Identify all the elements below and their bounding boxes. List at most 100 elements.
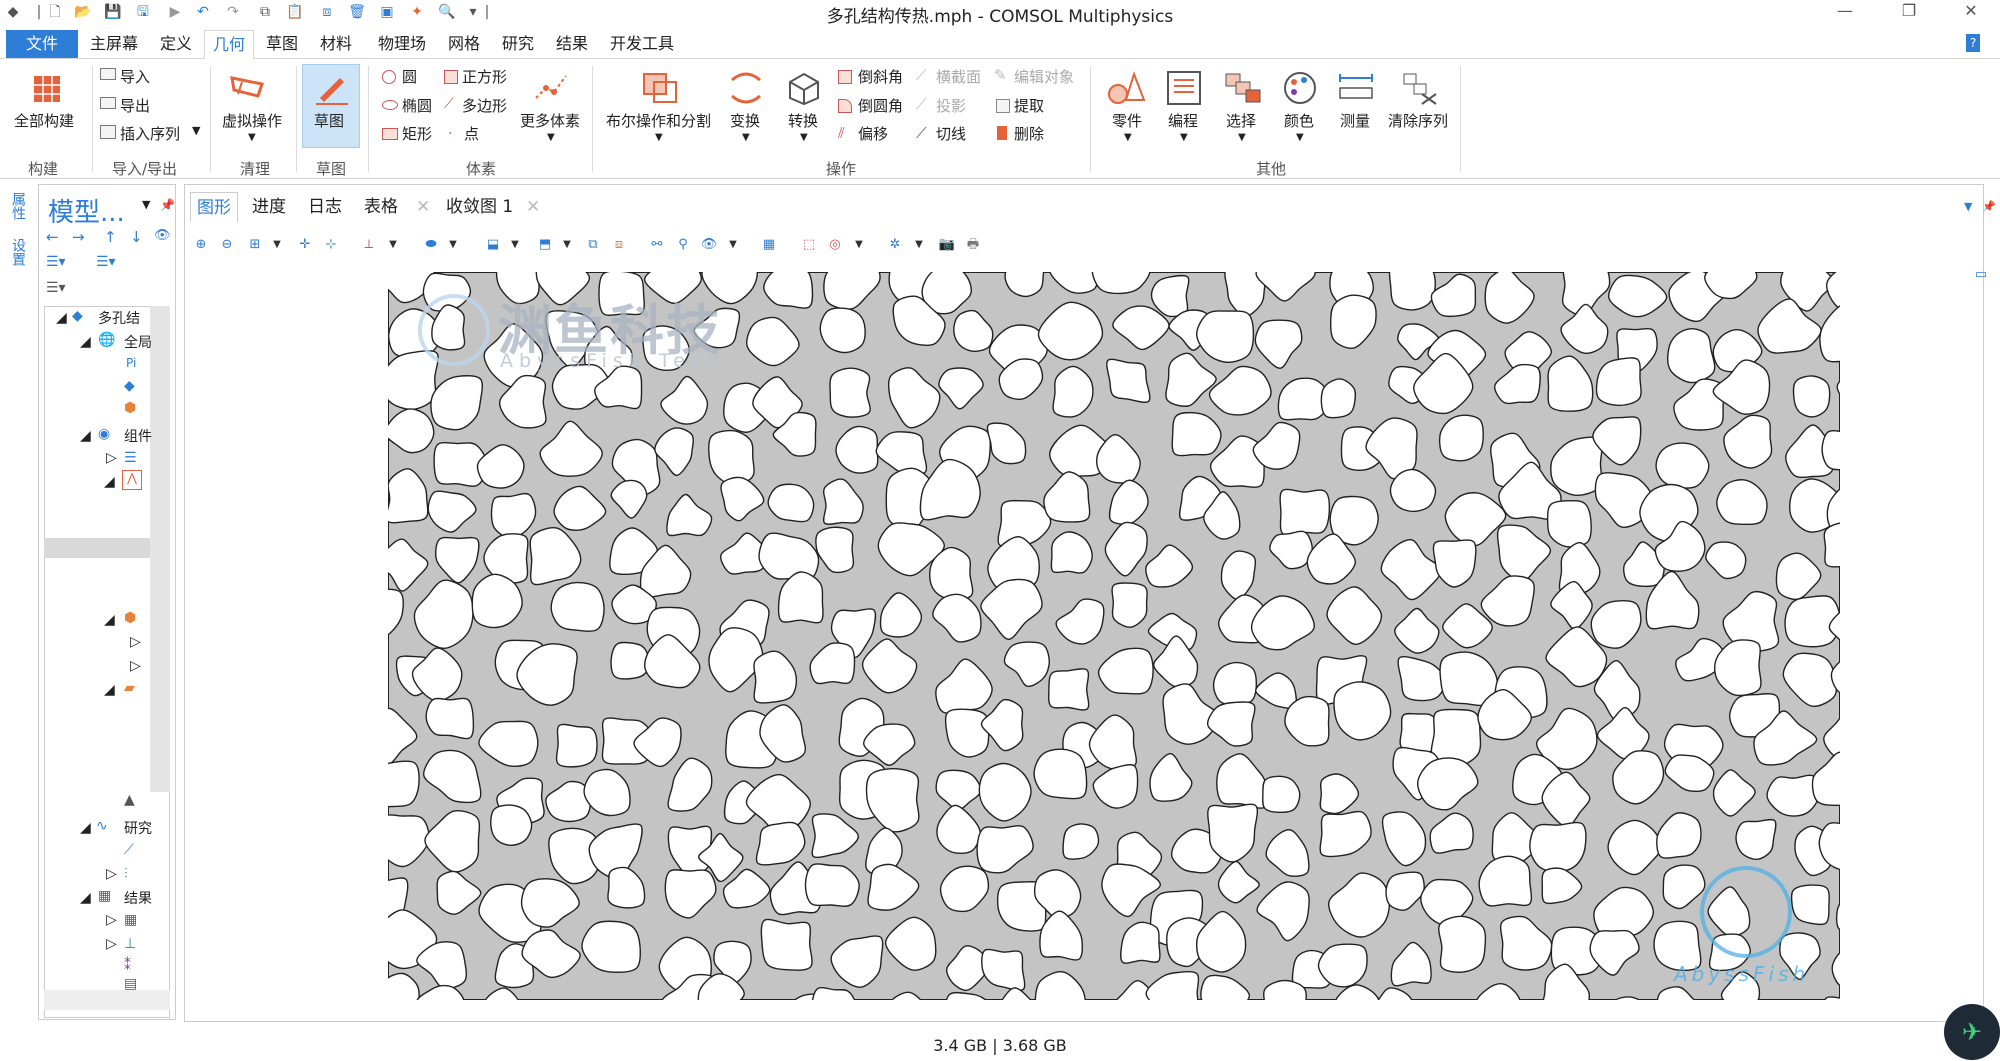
minimize-button[interactable]: — [1822, 0, 1868, 24]
tree-collapsed-icon[interactable]: ▷ [130, 658, 141, 674]
fillet-button[interactable]: 倒圆角 [858, 95, 903, 116]
measure-button[interactable]: 测量 [1340, 110, 1370, 131]
selections-dropdown-icon[interactable]: ▼ [1238, 132, 1246, 143]
select-domains-dropdown-icon[interactable]: ▼ [558, 236, 576, 254]
boolean-button[interactable]: 布尔操作和分割 [606, 110, 711, 131]
light-dropdown-icon[interactable]: ▼ [850, 236, 868, 254]
chamfer-button[interactable]: 倒斜角 [858, 66, 903, 87]
tree-node-parameters[interactable]: Pi [126, 356, 136, 370]
tree-hscrollbar[interactable] [44, 990, 170, 1010]
menu-study[interactable]: 研究 [494, 30, 542, 58]
expand-sections-icon[interactable]: ☰▾ [46, 254, 66, 270]
hide-icon[interactable]: ⚲ [674, 236, 692, 254]
programming-button[interactable]: 编程 [1168, 110, 1198, 131]
tree-node-results[interactable]: 结果 [124, 888, 152, 908]
rendering-icon[interactable]: ⬬ [422, 236, 440, 254]
clear-sequence-button[interactable]: 清除序列 [1388, 110, 1448, 131]
menu-file[interactable]: 文件 [6, 30, 79, 58]
export-button[interactable]: 导出 [120, 95, 150, 116]
reset-view-icon[interactable]: ✲ [886, 236, 904, 254]
select-domains-icon[interactable]: ⬒ [536, 236, 554, 254]
tab-table-close-icon[interactable]: ✕ [410, 192, 436, 222]
link-icon[interactable]: ⚯ [648, 236, 666, 254]
edit-object-button[interactable]: 编辑对象 [1014, 66, 1074, 87]
tree-expander-icon[interactable]: ◢ [80, 890, 91, 906]
menu-results[interactable]: 结果 [548, 30, 596, 58]
menu-physics[interactable]: 物理场 [370, 30, 434, 58]
view-options-icon[interactable]: ▭ [1972, 266, 1990, 284]
tangent-button[interactable]: 切线 [936, 123, 966, 144]
boolean-dropdown-icon[interactable]: ▼ [655, 132, 663, 143]
colors-button[interactable]: 颜色 [1284, 110, 1314, 131]
floating-assistant-icon[interactable]: ✈ [1944, 1004, 2000, 1060]
tree-scrollbar[interactable] [150, 306, 170, 792]
offset-button[interactable]: 偏移 [858, 123, 888, 144]
axis-dropdown-icon[interactable]: ▼ [384, 236, 402, 254]
transform-button[interactable]: 变换 [730, 110, 760, 131]
tree-collapsed-icon[interactable]: ▷ [106, 866, 117, 882]
zoom-dropdown-icon[interactable]: ▼ [268, 236, 286, 254]
move-up-icon[interactable]: ↑ [104, 228, 117, 246]
insert-sequence-dropdown-icon[interactable]: ▼ [192, 124, 200, 137]
menu-home[interactable]: 主屏幕 [82, 30, 146, 58]
tree-collapsed-icon[interactable]: ▷ [106, 912, 117, 928]
zoom-selected-icon[interactable]: ⊹ [322, 236, 340, 254]
ellipse-button[interactable]: 椭圆 [402, 95, 432, 116]
menu-mesh[interactable]: 网格 [440, 30, 488, 58]
pane-pin-icon[interactable]: 📌 [1982, 200, 1996, 213]
select-box-icon[interactable]: ⧉ [584, 236, 602, 254]
axis-orientation-icon[interactable]: ⟂ [360, 236, 378, 254]
programming-dropdown-icon[interactable]: ▼ [1180, 132, 1188, 143]
tree-options-icon[interactable]: ☰▾ [46, 280, 66, 296]
tree-expander-icon[interactable]: ◢ [104, 682, 115, 698]
print-icon[interactable]: 🖶 [964, 236, 982, 254]
more-primitives-button[interactable]: 更多体素 [520, 110, 580, 131]
rendering-dropdown-icon[interactable]: ▼ [444, 236, 462, 254]
tab-list-dropdown-icon[interactable]: ▼ [1964, 200, 1972, 213]
tab-graphics[interactable]: 图形 [190, 192, 238, 222]
grid-icon[interactable]: ▦ [760, 236, 778, 254]
tab-table[interactable]: 表格 [358, 192, 404, 222]
selections-button[interactable]: 选择 [1226, 110, 1256, 131]
model-menu-dropdown-icon[interactable]: ▼ [142, 198, 150, 211]
menu-developer[interactable]: 开发工具 [602, 30, 682, 58]
point-button[interactable]: 点 [464, 123, 479, 144]
menu-materials[interactable]: 材料 [312, 30, 360, 58]
zoom-out-icon[interactable]: ⊖ [218, 236, 236, 254]
select-all-icon[interactable]: ⧈ [610, 236, 628, 254]
select-dropdown-icon[interactable]: ▼ [506, 236, 524, 254]
transparency-icon[interactable]: ⬚ [800, 236, 818, 254]
tree-collapsed-icon[interactable]: ▷ [130, 634, 141, 650]
zoom-box-icon[interactable]: ⊞ [246, 236, 264, 254]
move-down-icon[interactable]: ↓ [130, 228, 143, 246]
restore-button[interactable]: ❐ [1886, 0, 1932, 24]
tree-node-global[interactable]: 全局 [124, 332, 152, 352]
tree-collapsed-icon[interactable]: ▷ [106, 936, 117, 952]
tab-convergence[interactable]: 收敛图 1 [440, 192, 519, 222]
tree-node-model[interactable]: 多孔结 [98, 308, 140, 328]
view-dropdown-icon[interactable]: ▼ [724, 236, 742, 254]
tree-node-component[interactable]: 组件 [124, 426, 152, 446]
help-button[interactable]: ? [1966, 34, 1981, 52]
rectangle-button[interactable]: 矩形 [402, 123, 432, 144]
side-tab-properties[interactable]: 属性 [8, 192, 26, 220]
build-all-button[interactable]: 全部构建 [14, 110, 74, 131]
side-tab-settings[interactable]: 设置 [8, 238, 26, 266]
menu-definitions[interactable]: 定义 [152, 30, 200, 58]
geometry-canvas[interactable] [388, 272, 1840, 1000]
menu-geometry[interactable]: 几何 [204, 30, 255, 60]
delete-button[interactable]: 删除 [1014, 123, 1044, 144]
projection-button[interactable]: 投影 [936, 95, 966, 116]
menu-sketch[interactable]: 草图 [258, 30, 306, 58]
tree-expander-icon[interactable]: ◢ [80, 334, 91, 350]
extract-button[interactable]: 提取 [1014, 95, 1044, 116]
cross-section-button[interactable]: 横截面 [936, 66, 981, 87]
transform-dropdown-icon[interactable]: ▼ [742, 132, 750, 143]
polygon-button[interactable]: 多边形 [462, 95, 507, 116]
tree-expander-icon[interactable]: ◢ [104, 612, 115, 628]
convert-button[interactable]: 转换 [788, 110, 818, 131]
tab-log[interactable]: 日志 [302, 192, 348, 222]
image-snapshot-icon[interactable]: 📷 [938, 236, 956, 254]
tree-expander-icon[interactable]: ◢ [80, 428, 91, 444]
select-objects-icon[interactable]: ⬓ [484, 236, 502, 254]
